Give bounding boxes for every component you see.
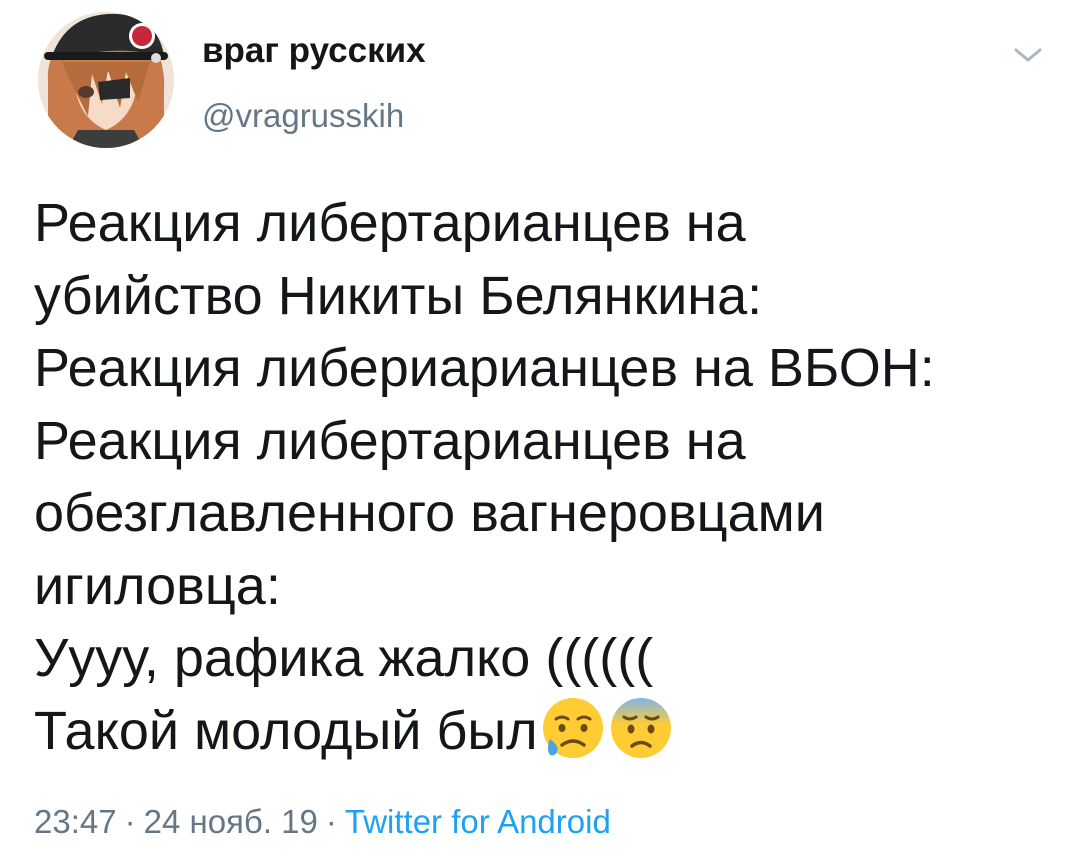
anime-character-avatar-icon xyxy=(38,12,174,148)
tweet-line: убийство Никиты Белянкина: xyxy=(34,265,763,326)
tweet-line: игиловца: xyxy=(34,555,281,616)
avatar[interactable] xyxy=(38,12,174,148)
tweet-last-line: Такой молодый был xyxy=(34,695,1054,768)
author-display-name[interactable]: враг русских xyxy=(202,30,426,72)
tweet-line: Уууу, рафика жалко (((((( xyxy=(34,628,654,688)
tweet-text: Реакция либертарианцев на убийство Никит… xyxy=(34,187,1054,767)
more-options-button[interactable] xyxy=(1008,40,1048,70)
tweet-line-text: Такой молодый был xyxy=(34,700,538,761)
tweet-time[interactable]: 23:47 xyxy=(34,803,117,840)
meta-separator: · xyxy=(124,803,136,840)
meta-separator: · xyxy=(325,803,337,840)
author-handle[interactable]: @vragrusskih xyxy=(202,96,426,136)
author-names: враг русских @vragrusskih xyxy=(202,30,426,136)
tweet-line: Реакция либериарианцев на ВБОН: xyxy=(34,338,935,398)
chevron-down-icon xyxy=(1014,48,1042,62)
tweet-header: враг русских @vragrusskih xyxy=(38,12,1058,152)
tweet-meta: 23:47 · 24 нояб. 19 · Twitter for Android xyxy=(34,800,611,844)
anxious-face-with-sweat-emoji-icon xyxy=(610,697,671,758)
tweet-date[interactable]: 24 нояб. 19 xyxy=(144,803,318,840)
sad-relieved-face-emoji-icon xyxy=(542,697,603,758)
tweet-line: Реакция либертарианцев на xyxy=(34,410,746,471)
tweet-line: обезглавленного вагнеровцами xyxy=(34,483,825,543)
tweet-line: Реакция либертарианцев на xyxy=(34,193,746,253)
tweet-source-link[interactable]: Twitter for Android xyxy=(345,803,611,840)
tweet-card: враг русских @vragrusskih Реакция либерт… xyxy=(0,0,1080,857)
